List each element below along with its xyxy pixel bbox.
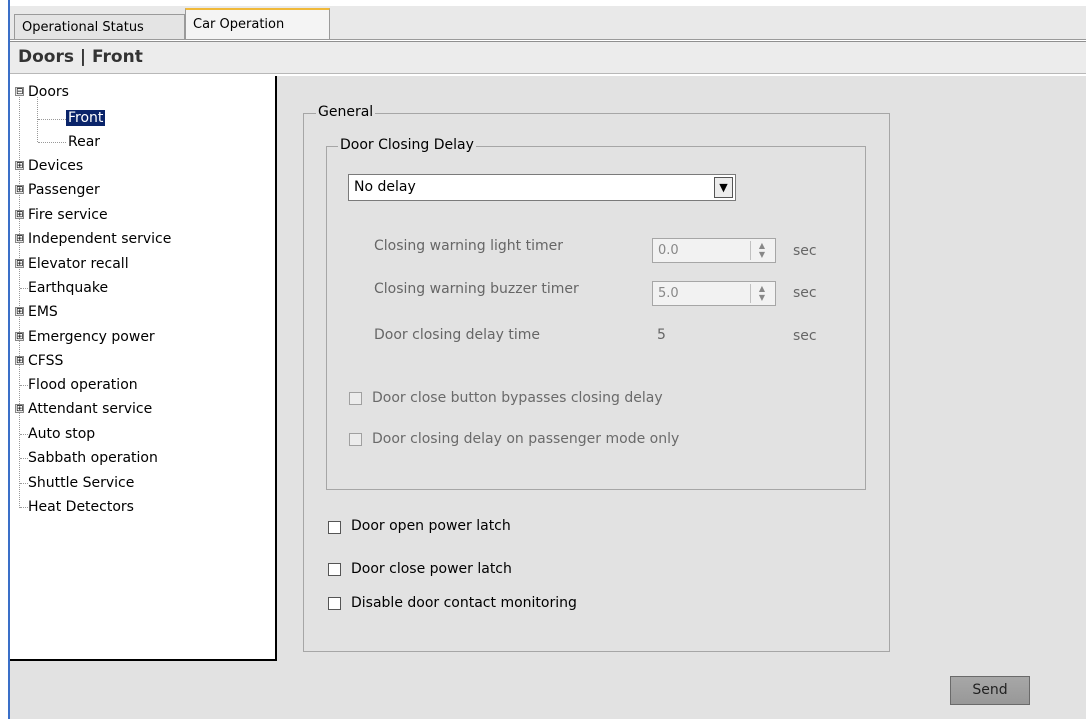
light-timer-value: 0.0: [658, 243, 679, 258]
tree-item-label: EMS: [28, 304, 58, 320]
tree-item-devices[interactable]: Devices: [28, 155, 83, 177]
collapse-icon[interactable]: ⊟: [15, 87, 24, 97]
tree-item-front[interactable]: Front: [66, 107, 106, 129]
tree-branch-line: [20, 434, 28, 435]
tree-item-flood-operation[interactable]: Flood operation: [28, 374, 138, 396]
navigation-tree: ⊟ Doors Front Rear ⊞ Devices ⊞ Passenger…: [10, 76, 277, 661]
expand-icon[interactable]: ⊞: [15, 185, 24, 195]
tree-item-ems[interactable]: EMS: [28, 301, 58, 323]
delay-time-unit: sec: [793, 328, 817, 344]
tab-car-operation[interactable]: Car Operation: [185, 8, 330, 39]
tree-item-label: Rear: [68, 134, 101, 150]
buzzer-timer-value: 5.0: [658, 286, 679, 301]
expand-icon[interactable]: ⊞: [15, 307, 24, 317]
tree-item-label: Auto stop: [28, 426, 96, 442]
delay-time-value: 5: [657, 327, 666, 343]
bottom-bar: [10, 661, 1086, 719]
expand-icon[interactable]: ⊞: [15, 210, 24, 220]
tree-item-label: Elevator recall: [28, 256, 129, 272]
tree-item-label: Front: [66, 110, 106, 126]
tree-item-label: Earthquake: [28, 280, 109, 296]
tree-item-sabbath-operation[interactable]: Sabbath operation: [28, 447, 158, 469]
bypass-label: Door close button bypasses closing delay: [372, 390, 663, 406]
disable-monitoring-label: Disable door contact monitoring: [351, 595, 577, 611]
spinner-arrows-icon: ▲ ▼: [750, 284, 773, 303]
tree-item-label: Shuttle Service: [28, 475, 135, 491]
light-timer-label: Closing warning light timer: [374, 238, 563, 254]
tree-item-passenger[interactable]: Passenger: [28, 179, 100, 201]
close-power-latch-label: Door close power latch: [351, 561, 512, 577]
tree-item-elevator-recall[interactable]: Elevator recall: [28, 253, 129, 275]
open-power-latch-label: Door open power latch: [351, 518, 511, 534]
tree-branch-line: [20, 458, 28, 459]
buzzer-timer-spinner: 5.0 ▲ ▼: [652, 281, 776, 306]
open-power-latch-checkbox[interactable]: [328, 521, 341, 534]
chevron-down-icon[interactable]: ▼: [714, 177, 733, 198]
tree-guide-line: [19, 97, 20, 508]
expand-icon[interactable]: ⊞: [15, 404, 24, 414]
spinner-arrows-icon: ▲ ▼: [750, 241, 773, 260]
light-timer-unit: sec: [793, 243, 817, 259]
tree-branch-line: [20, 483, 28, 484]
tree-branch-line: [20, 507, 28, 508]
light-timer-spinner: 0.0 ▲ ▼: [652, 238, 776, 263]
tree-item-fire-service[interactable]: Fire service: [28, 204, 108, 226]
tree-item-rear[interactable]: Rear: [68, 131, 100, 153]
disable-monitoring-checkbox[interactable]: [328, 597, 341, 610]
expand-icon[interactable]: ⊞: [15, 234, 24, 244]
tree-item-label: Passenger: [28, 182, 100, 198]
tree-item-heat-detectors[interactable]: Heat Detectors: [28, 496, 134, 518]
bypass-checkbox: [349, 392, 362, 405]
tree-item-doors[interactable]: Doors: [28, 81, 69, 103]
passenger-only-label: Door closing delay on passenger mode onl…: [372, 431, 680, 447]
tree-item-auto-stop[interactable]: Auto stop: [28, 423, 95, 445]
general-legend: General: [316, 104, 376, 120]
expand-icon[interactable]: ⊞: [15, 161, 24, 171]
tree-branch-line: [20, 385, 28, 386]
door-closing-delay-legend: Door Closing Delay: [338, 137, 476, 153]
expand-icon[interactable]: ⊞: [15, 259, 24, 269]
tree-branch-line: [20, 288, 28, 289]
tree-item-label: Fire service: [28, 207, 108, 223]
tree-item-shuttle-service[interactable]: Shuttle Service: [28, 472, 134, 494]
tree-item-earthquake[interactable]: Earthquake: [28, 277, 108, 299]
tree-item-attendant-service[interactable]: Attendant service: [28, 398, 152, 420]
tree-item-label: Devices: [28, 158, 84, 174]
closing-delay-select[interactable]: No delay ▼: [348, 174, 736, 201]
tree-item-label: Heat Detectors: [28, 499, 134, 515]
tree-item-label: Flood operation: [28, 377, 138, 393]
expand-icon[interactable]: ⊞: [15, 332, 24, 342]
tree-item-label: CFSS: [28, 353, 64, 369]
tree-item-label: Attendant service: [28, 401, 153, 417]
tree-item-emergency-power[interactable]: Emergency power: [28, 326, 155, 348]
buzzer-timer-unit: sec: [793, 285, 817, 301]
expand-icon[interactable]: ⊞: [15, 356, 24, 366]
tree-item-independent-service[interactable]: Independent service: [28, 228, 171, 250]
tree-branch-line: [38, 119, 66, 120]
delay-time-label: Door closing delay time: [374, 327, 540, 343]
close-power-latch-checkbox[interactable]: [328, 563, 341, 576]
page-header: Doors | Front: [10, 41, 1086, 74]
buzzer-timer-label: Closing warning buzzer timer: [374, 281, 579, 297]
tree-item-label: Sabbath operation: [28, 450, 158, 466]
tree-item-label: Independent service: [28, 231, 172, 247]
tree-item-label: Doors: [28, 84, 69, 100]
closing-delay-select-value: No delay: [354, 179, 416, 195]
tree-branch-line: [38, 142, 66, 143]
passenger-only-checkbox: [349, 433, 362, 446]
tree-item-cfss[interactable]: CFSS: [28, 350, 63, 372]
tab-operational-status[interactable]: Operational Status: [14, 14, 185, 39]
page-title: Doors | Front: [18, 47, 143, 67]
tab-strip: Operational Status Car Operation: [10, 6, 1086, 40]
send-button[interactable]: Send: [950, 676, 1030, 705]
tree-item-label: Emergency power: [28, 329, 155, 345]
